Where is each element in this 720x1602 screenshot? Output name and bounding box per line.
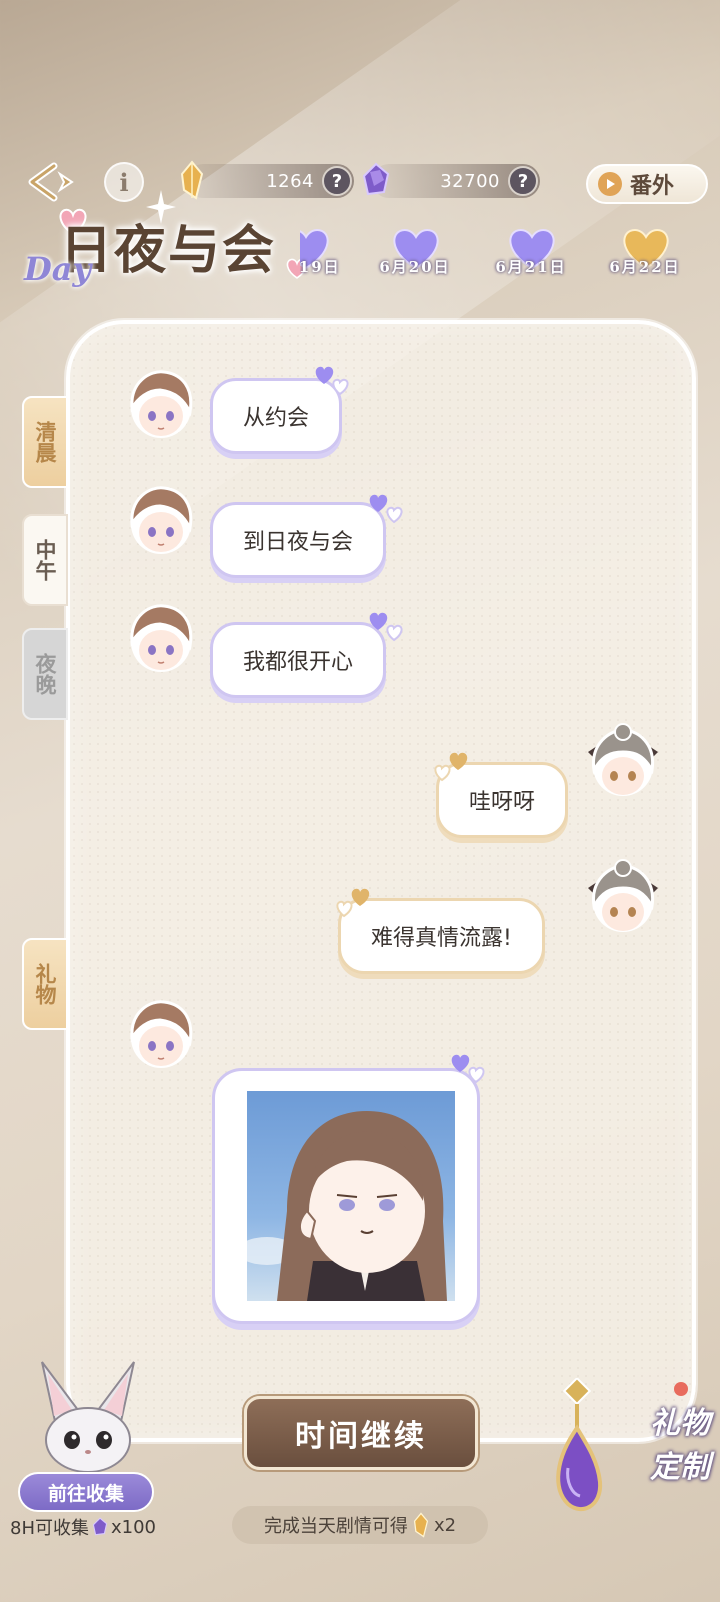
- gold-crystal-icon: [413, 1512, 429, 1538]
- purple-amount: 32700: [440, 170, 500, 192]
- gift-custom-line2: 定制: [650, 1450, 710, 1485]
- logo-subtitle: Day: [24, 250, 92, 288]
- male-character-avatar: [130, 486, 193, 554]
- continue-time-button[interactable]: 时间继续: [244, 1396, 478, 1470]
- extra-story-button[interactable]: 番外: [586, 164, 708, 204]
- gold-hearts-icon: [336, 888, 370, 918]
- collect-note-prefix: 8H可收集: [10, 1518, 89, 1539]
- date-item[interactable]: 6月19日: [300, 226, 360, 286]
- male-character-avatar: [130, 1000, 193, 1068]
- fox-mascot-icon: [41, 1361, 135, 1473]
- date-label: 6月21日: [495, 258, 567, 276]
- date-label: 6月22日: [609, 258, 681, 276]
- purple-gem-icon: [92, 1517, 108, 1536]
- chat-bubble: 我都很开心: [210, 622, 387, 698]
- earring-icon: [556, 1378, 603, 1511]
- play-icon: [598, 172, 622, 196]
- date-label: 6月20日: [379, 258, 451, 276]
- event-logo: 日夜与会 Day: [22, 190, 312, 300]
- gold-help-button[interactable]: ?: [322, 166, 352, 196]
- purple-hearts-icon: [451, 1054, 485, 1084]
- purple-hearts-icon: [369, 494, 403, 524]
- male-character-avatar: [130, 370, 193, 438]
- info-button[interactable]: i: [104, 162, 144, 202]
- chibi-portrait-image: [247, 1111, 447, 1301]
- chat-bubble: 到日夜与会: [210, 502, 387, 578]
- purple-hearts-icon: [315, 366, 349, 396]
- female-character-avatar: [588, 859, 658, 932]
- chat-photo[interactable]: [247, 1091, 455, 1301]
- notification-dot: [674, 1382, 688, 1396]
- collect-note: 8H可收集 x100: [10, 1514, 156, 1540]
- purple-help-button[interactable]: ?: [508, 166, 538, 196]
- go-collect-button[interactable]: 前往收集: [18, 1472, 154, 1512]
- date-label: 6月19日: [300, 258, 341, 276]
- date-item[interactable]: 6月21日: [476, 226, 586, 286]
- gold-amount: 1264: [266, 170, 314, 192]
- tab-night[interactable]: 夜晚: [22, 628, 68, 720]
- purple-currency-bar: 32700 ?: [372, 164, 540, 198]
- back-button[interactable]: [24, 160, 80, 204]
- extra-story-label: 番外: [630, 173, 675, 199]
- date-item[interactable]: 6月20日: [360, 226, 470, 286]
- gold-crystal-icon: [180, 160, 204, 200]
- reward-note: 完成当天剧情可得 x2: [232, 1506, 488, 1544]
- tab-morning[interactable]: 清晨: [22, 396, 68, 488]
- gift-custom-button[interactable]: 礼物 定制: [538, 1378, 718, 1528]
- reward-text: 完成当天剧情可得: [263, 1516, 408, 1537]
- gold-hearts-icon: [434, 752, 468, 782]
- collect-note-suffix: x100: [111, 1516, 157, 1538]
- purple-gem-icon: [362, 162, 390, 196]
- tab-gift[interactable]: 礼物: [22, 938, 68, 1030]
- info-icon: i: [119, 167, 129, 197]
- back-arrow-icon: [28, 162, 74, 202]
- date-strip: 6月19日 6月20日 6月21日 6月22日: [300, 226, 720, 286]
- logo-title: 日夜与会: [60, 220, 277, 281]
- reward-count: x2: [433, 1514, 457, 1536]
- date-item[interactable]: 6月22日: [590, 226, 700, 286]
- chat-image-bubble[interactable]: [212, 1068, 480, 1324]
- female-character-avatar: [588, 723, 658, 796]
- male-character-avatar: [130, 604, 193, 672]
- gift-custom-line1: 礼物: [650, 1406, 710, 1441]
- tab-noon[interactable]: 中午: [22, 514, 68, 606]
- purple-hearts-icon: [369, 612, 403, 642]
- gold-currency-bar: 1264 ?: [186, 164, 354, 198]
